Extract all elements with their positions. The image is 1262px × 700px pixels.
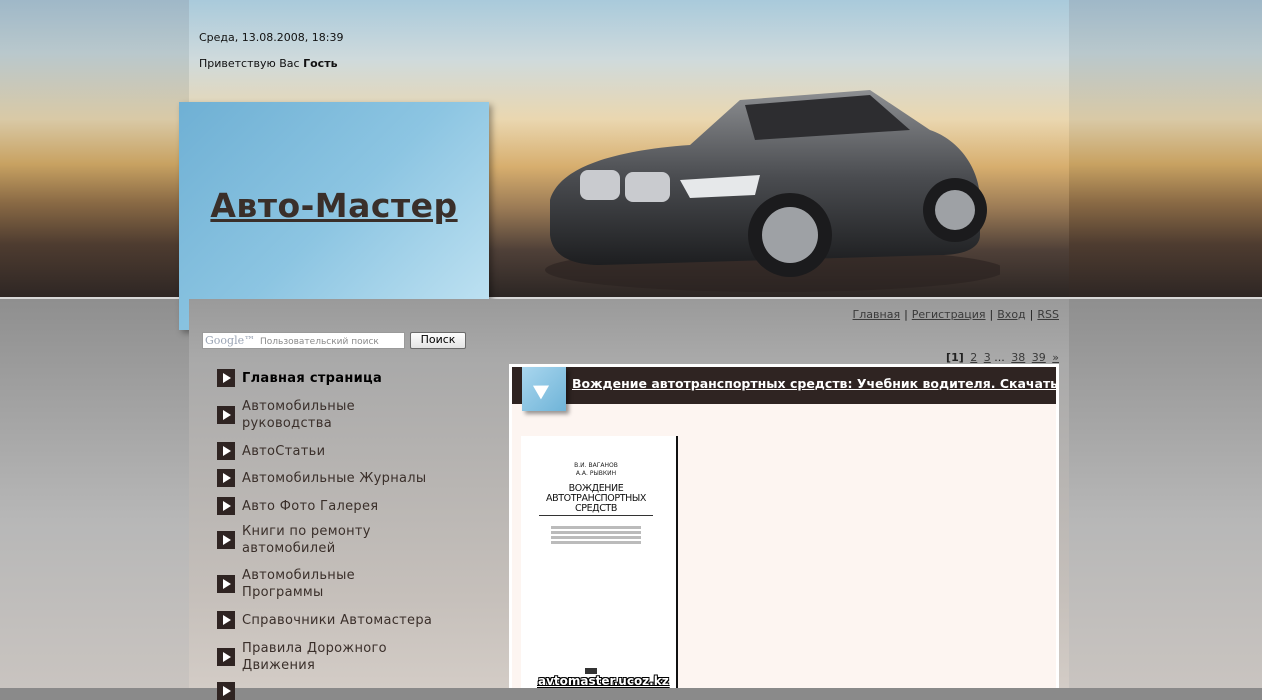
sidebar-item-reference[interactable]: Справочники Автомастера [217, 611, 467, 629]
arrow-right-icon [217, 531, 235, 549]
sidebar-item-label: Автомобильные руководства [242, 399, 355, 431]
current-date: Среда, 13.08.2008, 18:39 [199, 31, 344, 44]
book-cover-image[interactable]: В.И. ВАГАНОВ А.А. РЫВКИН ВОЖДЕНИЕ АВТОТР… [521, 436, 678, 688]
sidebar-item-label: Справочники Автомастера [242, 612, 433, 628]
sidebar-item-label: Автомобильные Программы [242, 568, 355, 600]
nav-separator: | [989, 308, 994, 321]
sidebar-item-programs[interactable]: Автомобильные Программы [217, 567, 387, 601]
sidebar-item-label: АвтоСтатьи [242, 443, 326, 459]
arrow-right-icon [217, 442, 235, 460]
book-authors: В.И. ВАГАНОВ А.А. РЫВКИН [574, 462, 618, 477]
arrow-right-icon [217, 406, 235, 424]
sidebar-item-label: Автомобильные Журналы [242, 470, 427, 486]
arrow-right-icon [217, 469, 235, 487]
sidebar-item-gallery[interactable]: Авто Фото Галерея [217, 497, 467, 515]
nav-link-login[interactable]: Вход [997, 308, 1025, 321]
nav-separator: | [904, 308, 908, 321]
greeting-user: Гость [303, 57, 338, 70]
arrow-right-icon [217, 611, 235, 629]
sidebar-item-label: Правила Дорожного Движения [242, 641, 387, 673]
page-link[interactable]: 3 [984, 351, 991, 364]
search-button[interactable]: Поиск [410, 332, 466, 349]
arrow-right-icon [217, 497, 235, 515]
sidebar-item-manuals[interactable]: Автомобильные руководства [217, 398, 397, 432]
car-illustration [545, 90, 1000, 292]
arrow-right-icon [217, 682, 235, 700]
sidebar-item-home[interactable]: Главная страница [217, 369, 467, 387]
sidebar-item-magazines[interactable]: Автомобильные Журналы [217, 469, 467, 487]
search-input[interactable]: Google™ Пользовательский поиск [202, 332, 405, 349]
top-nav: Главная | Регистрация | Вход | RSS [853, 308, 1059, 321]
site-logo-box: Авто-Мастер [179, 102, 489, 330]
sidebar-item-traffic-rules[interactable]: Правила Дорожного Движения [217, 640, 397, 674]
page-ellipsis: ... [994, 351, 1005, 364]
pagination: [1] 2 3 ... 38 39 » [946, 351, 1059, 364]
greeting: Приветствую Вас Гость [199, 57, 338, 70]
book-divider [539, 515, 653, 516]
sidebar-item-label: Книги по ремонту автомобилей [242, 524, 371, 556]
image-watermark-caption: avtomaster.ucoz.kz [538, 674, 669, 688]
book-small-print [551, 524, 641, 546]
google-logo: Google™ [205, 334, 256, 347]
nav-link-register[interactable]: Регистрация [912, 308, 986, 321]
search-placeholder: Пользовательский поиск [259, 337, 379, 347]
site-title[interactable]: Авто-Мастер [179, 186, 489, 225]
page-current: [1] [946, 351, 964, 364]
sidebar-item-label: Авто Фото Галерея [242, 498, 379, 514]
arrow-right-icon [217, 575, 235, 593]
page-link[interactable]: 38 [1011, 351, 1025, 364]
post-title-link[interactable]: Вождение автотранспортных средств: Учебн… [572, 376, 1058, 391]
sidebar-item-more[interactable] [217, 682, 467, 700]
book-title: ВОЖДЕНИЕ АВТОТРАНСПОРТНЫХ СРЕДСТВ [546, 483, 646, 514]
sidebar-item-label: Главная страница [242, 370, 383, 386]
nav-separator: | [1029, 308, 1034, 321]
sidebar-item-articles[interactable]: АвтоСтатьи [217, 442, 467, 460]
page-link[interactable]: 2 [970, 351, 977, 364]
arrow-right-icon [217, 648, 235, 666]
greeting-prefix: Приветствую Вас [199, 57, 300, 70]
nav-link-rss[interactable]: RSS [1037, 308, 1059, 321]
page-next-link[interactable]: » [1052, 351, 1059, 364]
nav-link-home[interactable]: Главная [853, 308, 901, 321]
arrow-right-icon [217, 369, 235, 387]
sidebar-item-repair-books[interactable]: Книги по ремонту автомобилей [217, 523, 397, 557]
post-arrow-icon [522, 367, 566, 411]
page-link[interactable]: 39 [1032, 351, 1046, 364]
